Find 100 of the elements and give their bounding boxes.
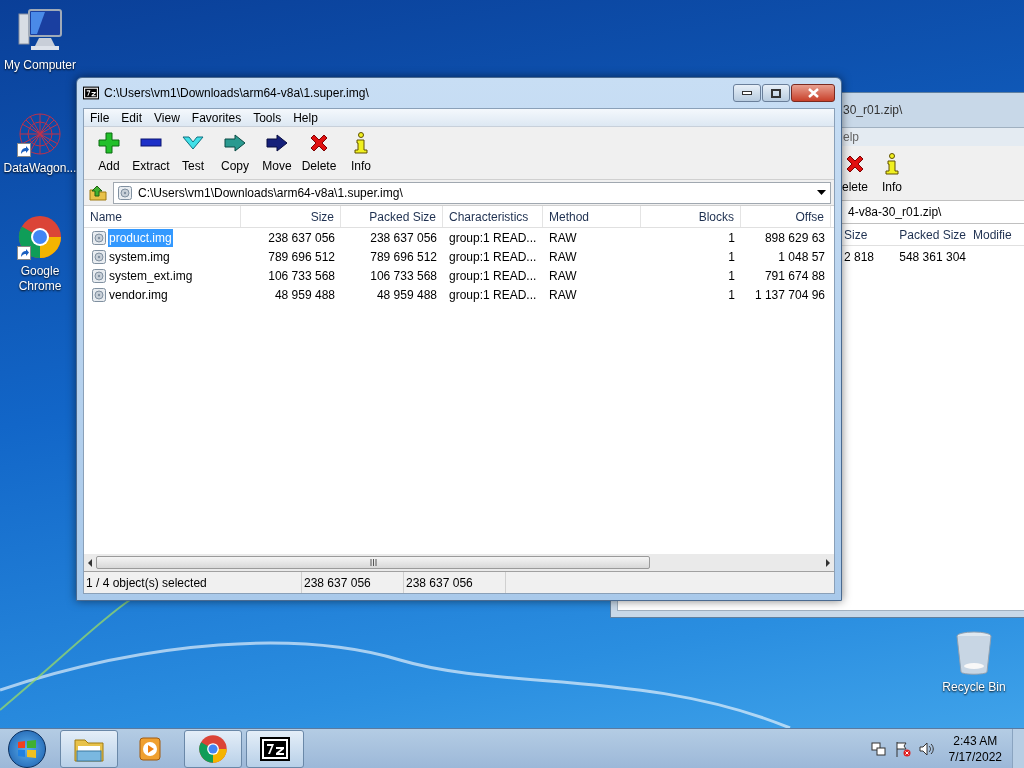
chrome-logo-icon (17, 214, 63, 260)
info-icon (354, 132, 368, 154)
table-cell-text: 48 959 488 (375, 286, 438, 304)
column-header[interactable]: Packed Size (341, 206, 443, 227)
status-text: 1 / 4 object(s) selected (84, 572, 302, 593)
info-icon (885, 153, 900, 175)
menu-item[interactable]: Help (287, 108, 324, 127)
table-cell-text: RAW (548, 267, 578, 285)
window-title: C:\Users\vm1\Downloads\arm64-v8a\1.super.img\ (104, 85, 370, 102)
menu-item[interactable]: elp (843, 128, 859, 146)
toolbar-button[interactable]: elete (842, 146, 869, 200)
horizontal-scrollbar[interactable] (84, 554, 834, 571)
file-icon (118, 185, 132, 200)
table-cell-text: group:1 READ... (448, 248, 538, 266)
menu-item[interactable]: File (84, 108, 116, 127)
taskbar-button[interactable] (246, 729, 304, 768)
start-button[interactable] (8, 729, 46, 768)
file-name: product.img (108, 228, 173, 247)
flag-icon (894, 740, 911, 757)
table-cell-text: 898 629 63 (763, 229, 826, 247)
column-header[interactable]: Modifie (970, 225, 1012, 244)
archive-app-icon (83, 86, 99, 100)
table-cell-text: group:1 READ... (448, 286, 538, 304)
windows-logo-icon (17, 739, 37, 758)
file-row[interactable]: product.img 238 637 056 238 637 056 group:1 READ... RAW 1 898 629 63 (84, 228, 834, 247)
toolbar-button[interactable]: Move (256, 127, 298, 179)
table-cell-text: 548 361 304 (898, 249, 967, 266)
table-cell-text: 106 733 568 (267, 267, 336, 285)
toolbar-button[interactable]: Delete (298, 127, 340, 179)
maximize-icon (771, 88, 781, 98)
file-icon (92, 230, 106, 245)
file-name: system_ext.img (108, 267, 194, 285)
table-cell-text: 2 818 (844, 249, 876, 266)
minus-icon (140, 138, 162, 148)
plus-icon (98, 132, 120, 154)
arrow-right-icon (224, 134, 246, 152)
grip-icon (369, 559, 377, 566)
speaker-icon (918, 740, 935, 757)
desktop-icon-label[interactable]: Google Chrome (0, 264, 80, 294)
minimize-button[interactable] (733, 84, 761, 102)
table-cell-text: 238 637 056 (369, 229, 438, 247)
toolbar-button[interactable]: Extract (130, 127, 172, 179)
table-cell-text: 1 (727, 267, 736, 285)
table-cell-text: group:1 READ... (448, 229, 538, 247)
menu-item[interactable]: View (148, 108, 186, 127)
column-header[interactable]: Blocks (641, 206, 741, 227)
chevron-down-icon (182, 136, 204, 150)
close-icon (845, 154, 865, 174)
column-header[interactable]: Method (543, 206, 641, 227)
scroll-right-icon (824, 558, 832, 567)
clock-time[interactable]: 2:43 AM (953, 732, 998, 749)
column-header[interactable]: Size (844, 225, 880, 244)
chrome-logo-icon (198, 733, 228, 764)
file-name: vendor.img (108, 286, 169, 304)
close-button[interactable] (791, 84, 835, 102)
scrollbar-thumb[interactable] (96, 556, 650, 569)
menu-item[interactable]: Favorites (185, 108, 248, 127)
status-text: 238 637 056 (302, 572, 404, 593)
close-icon (807, 88, 819, 98)
desktop-icon-label[interactable]: My Computer (4, 58, 76, 73)
column-header[interactable]: Packed Size (880, 225, 970, 244)
network-icon (870, 740, 887, 757)
file-icon (92, 287, 106, 302)
folder-up-icon (89, 184, 107, 201)
table-cell-text: 1 (727, 248, 736, 266)
table-cell-text: 238 637 056 (267, 229, 336, 247)
column-header[interactable]: Characteristics (443, 206, 543, 227)
toolbar-button[interactable]: Test (172, 127, 214, 179)
show-desktop-button[interactable] (1012, 728, 1024, 768)
network-pattern-icon (17, 111, 63, 157)
table-cell-text: 1 048 57 (777, 248, 826, 266)
toolbar-button[interactable]: Info (340, 127, 382, 179)
table-cell-text: RAW (548, 229, 578, 247)
menu-item[interactable]: Edit (115, 108, 149, 127)
table-cell-text: group:1 READ... (448, 267, 538, 285)
media-player-icon (138, 735, 164, 762)
file-row[interactable]: system.img 789 696 512 789 696 512 group:1 READ... RAW 1 1 048 57 (84, 247, 834, 266)
desktop-icon-label[interactable]: DataWagon... (3, 161, 77, 176)
toolbar-button[interactable]: Add (88, 127, 130, 179)
status-text: 238 637 056 (404, 572, 506, 593)
table-cell-text: 48 959 488 (273, 286, 336, 304)
recycle-bin-icon (954, 630, 994, 676)
file-row[interactable]: system_ext.img 106 733 568 106 733 568 group:1 READ... RAW 1 791 674 88 (84, 266, 834, 285)
column-header[interactable]: Name (84, 206, 241, 227)
toolbar-button[interactable]: Info (882, 146, 903, 200)
column-header[interactable]: Offse (741, 206, 831, 227)
toolbar-button[interactable]: Copy (214, 127, 256, 179)
table-cell-text: 106 733 568 (369, 267, 438, 285)
address-field[interactable]: C:\Users\vm1\Downloads\arm64-v8a\1.super.img\ (113, 181, 831, 204)
column-header[interactable]: Size (241, 206, 341, 227)
scroll-left-icon (86, 558, 94, 567)
menu-item[interactable]: Tools (247, 108, 288, 127)
dropdown-caret-icon (817, 190, 826, 195)
clock-date[interactable]: 7/17/2022 (948, 748, 1002, 765)
file-row[interactable]: vendor.img 48 959 488 48 959 488 group:1 READ... RAW 1 1 137 704 96 (84, 285, 834, 304)
address-field[interactable]: 4-v8a-30_r01.zip\ (848, 203, 942, 221)
minimize-icon (742, 91, 752, 95)
table-cell-text: 1 137 704 96 (753, 286, 826, 304)
maximize-button[interactable] (762, 84, 790, 102)
file-name: system.img (108, 248, 171, 266)
